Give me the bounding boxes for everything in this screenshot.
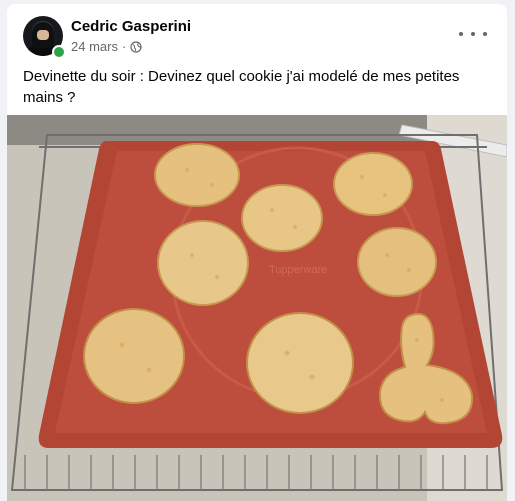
more-dot: [483, 32, 487, 36]
author-name[interactable]: Cedric Gasperini: [71, 18, 191, 35]
online-status-dot: [52, 45, 66, 59]
mat-watermark-text: Tupperware: [269, 264, 327, 276]
more-dot: [471, 32, 475, 36]
more-options-icon[interactable]: [459, 24, 487, 44]
post-photo[interactable]: Tupperware: [7, 115, 507, 501]
avatar-face: [37, 30, 49, 40]
more-dot: [459, 32, 463, 36]
cookies-on-baking-mat-illustration: Tupperware: [7, 115, 507, 501]
post-card: Cedric Gasperini 24 mars · Devinette du …: [7, 4, 507, 501]
post-date[interactable]: 24 mars: [71, 39, 118, 54]
globe-icon[interactable]: [130, 40, 142, 53]
meta-separator: ·: [121, 39, 127, 54]
post-meta: 24 mars ·: [71, 39, 142, 54]
post-caption: Devinette du soir : Devinez quel cookie …: [23, 68, 460, 106]
